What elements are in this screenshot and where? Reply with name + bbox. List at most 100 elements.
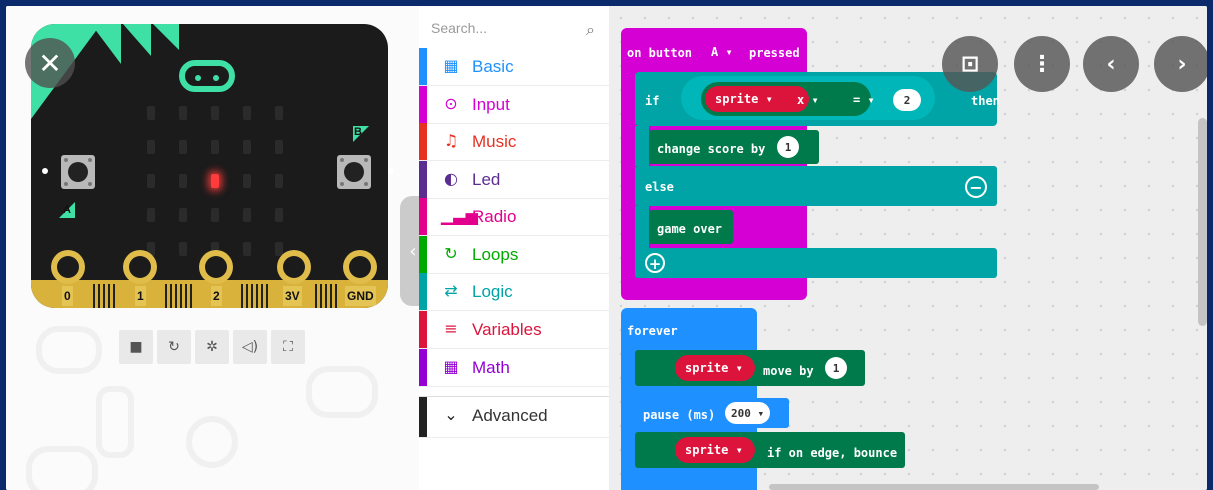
led	[179, 106, 187, 120]
block-label: if on edge, bounce	[767, 446, 898, 460]
edge-connector-finger	[251, 284, 253, 308]
screenshot-icon: ⊡	[960, 51, 980, 77]
category-variables[interactable]: ≡ Variables	[419, 311, 609, 349]
edge-connector-finger	[330, 284, 332, 308]
mute-icon: ◁)	[241, 339, 259, 355]
pin-2[interactable]	[199, 250, 233, 284]
add-else-if-icon[interactable]: +	[645, 253, 665, 273]
led	[147, 174, 155, 188]
pin-1[interactable]	[123, 250, 157, 284]
horizontal-scrollbar[interactable]	[769, 484, 1099, 490]
category-color-bar	[419, 397, 427, 437]
category-color-bar	[419, 86, 427, 123]
led	[275, 208, 283, 222]
move-by-value[interactable]: 1	[825, 357, 847, 379]
sprite-variable-dropdown[interactable]: sprite ▾	[705, 86, 809, 112]
pin-0[interactable]	[51, 250, 85, 284]
pause-value-dropdown[interactable]: 200 ▾	[725, 402, 771, 424]
edge-dot	[388, 168, 394, 174]
fullscreen-icon: ⛶	[283, 339, 293, 355]
category-music[interactable]: ♫ Music	[419, 123, 609, 161]
operator-dropdown[interactable]: = ▾	[853, 93, 875, 107]
app-window: A B 0 1 2 3V GND ✕ ■ ↻ ✲ ◁) ⛶ ‹ Search... ⌕ …	[6, 6, 1207, 490]
if-block-spine	[635, 206, 649, 250]
category-label: Radio	[472, 207, 517, 226]
pin-3v[interactable]	[277, 250, 311, 284]
category-input[interactable]: ⊙ Input	[419, 86, 609, 124]
restart-button[interactable]: ↻	[157, 330, 191, 364]
property-dropdown[interactable]: x ▾	[797, 93, 819, 107]
edge-connector-finger	[98, 284, 100, 308]
button-a[interactable]	[61, 155, 95, 189]
category-color-bar	[419, 161, 427, 198]
edge-connector-finger	[93, 284, 95, 308]
basic-icon: ▦	[443, 56, 459, 75]
edge-connector-finger	[320, 284, 322, 308]
mute-button[interactable]: ◁)	[233, 330, 267, 364]
category-loops[interactable]: ↻ Loops	[419, 236, 609, 274]
pin-gnd[interactable]	[343, 250, 377, 284]
background-decoration	[306, 366, 378, 418]
screenshot-button[interactable]: ⊡	[942, 36, 998, 92]
button-b[interactable]	[337, 155, 371, 189]
change-score-value[interactable]: 1	[777, 136, 799, 158]
if-block-footer: +	[635, 248, 997, 278]
edge-dot	[42, 168, 48, 174]
input-icon: ⊙	[444, 94, 458, 113]
close-button[interactable]: ✕	[25, 38, 75, 88]
led	[243, 208, 251, 222]
blocks-workspace[interactable]: on button A ▾ pressed if then sprite ▾ x…	[609, 6, 1207, 490]
debug-button[interactable]: ✲	[195, 330, 229, 364]
category-basic[interactable]: ▦ Basic	[419, 48, 609, 86]
board-corner-decoration	[153, 24, 179, 50]
edge-connector-finger	[261, 284, 263, 308]
button-a-label: A	[59, 202, 75, 218]
restart-icon: ↻	[168, 339, 180, 355]
edge-connector-finger	[185, 284, 187, 308]
edge-connector-finger	[266, 284, 268, 308]
stop-button[interactable]: ■	[119, 330, 153, 364]
category-color-bar	[419, 236, 427, 273]
back-button[interactable]: ‹	[1083, 36, 1139, 92]
radio-icon: ▁▃▅	[441, 206, 478, 225]
category-color-bar	[419, 273, 427, 310]
microbit-logo[interactable]	[179, 60, 235, 92]
led	[243, 140, 251, 154]
vertical-scrollbar[interactable]	[1198, 118, 1207, 326]
remove-else-icon[interactable]: −	[965, 176, 987, 198]
category-advanced[interactable]: ⌄ Advanced	[419, 396, 609, 438]
category-radio[interactable]: ▁▃▅ Radio	[419, 198, 609, 236]
advanced-icon: ⌄	[444, 405, 458, 424]
background-decoration	[96, 386, 134, 458]
edge-connector-finger	[175, 284, 177, 308]
search-icon[interactable]: ⌕	[586, 20, 595, 40]
simulator-panel: A B 0 1 2 3V GND ✕ ■ ↻ ✲ ◁) ⛶	[6, 6, 419, 490]
category-logic[interactable]: ⇄ Logic	[419, 273, 609, 311]
category-led[interactable]: ◐ Led	[419, 161, 609, 199]
sprite-variable-dropdown[interactable]: sprite ▾	[675, 355, 755, 381]
category-color-bar	[419, 349, 427, 386]
button-dropdown[interactable]: A ▾	[707, 44, 737, 60]
block-label: if	[645, 94, 660, 108]
category-color-bar	[419, 198, 427, 235]
debug-icon: ✲	[206, 339, 218, 355]
category-math[interactable]: ▦ Math	[419, 349, 609, 387]
led	[211, 208, 219, 222]
edge-connector-finger	[325, 284, 327, 308]
category-label: Variables	[472, 320, 542, 339]
sprite-variable-dropdown[interactable]: sprite ▾	[675, 437, 755, 463]
compare-value[interactable]: 2	[893, 89, 921, 111]
led	[211, 106, 219, 120]
forward-button[interactable]: ›	[1154, 36, 1207, 92]
toolbox-search[interactable]: Search... ⌕	[431, 20, 601, 42]
background-decoration	[186, 416, 238, 468]
more-button[interactable]: ⋮	[1014, 36, 1070, 92]
game-over-block[interactable]: game over	[649, 210, 733, 244]
if-block-spine	[635, 126, 649, 166]
simulator-controls: ■ ↻ ✲ ◁) ⛶	[119, 330, 309, 366]
category-label: Input	[472, 95, 510, 114]
chevron-left-icon: ‹	[409, 240, 417, 262]
fullscreen-button[interactable]: ⛶	[271, 330, 305, 364]
edge-connector-finger	[108, 284, 110, 308]
search-input[interactable]: Search...	[431, 20, 487, 36]
